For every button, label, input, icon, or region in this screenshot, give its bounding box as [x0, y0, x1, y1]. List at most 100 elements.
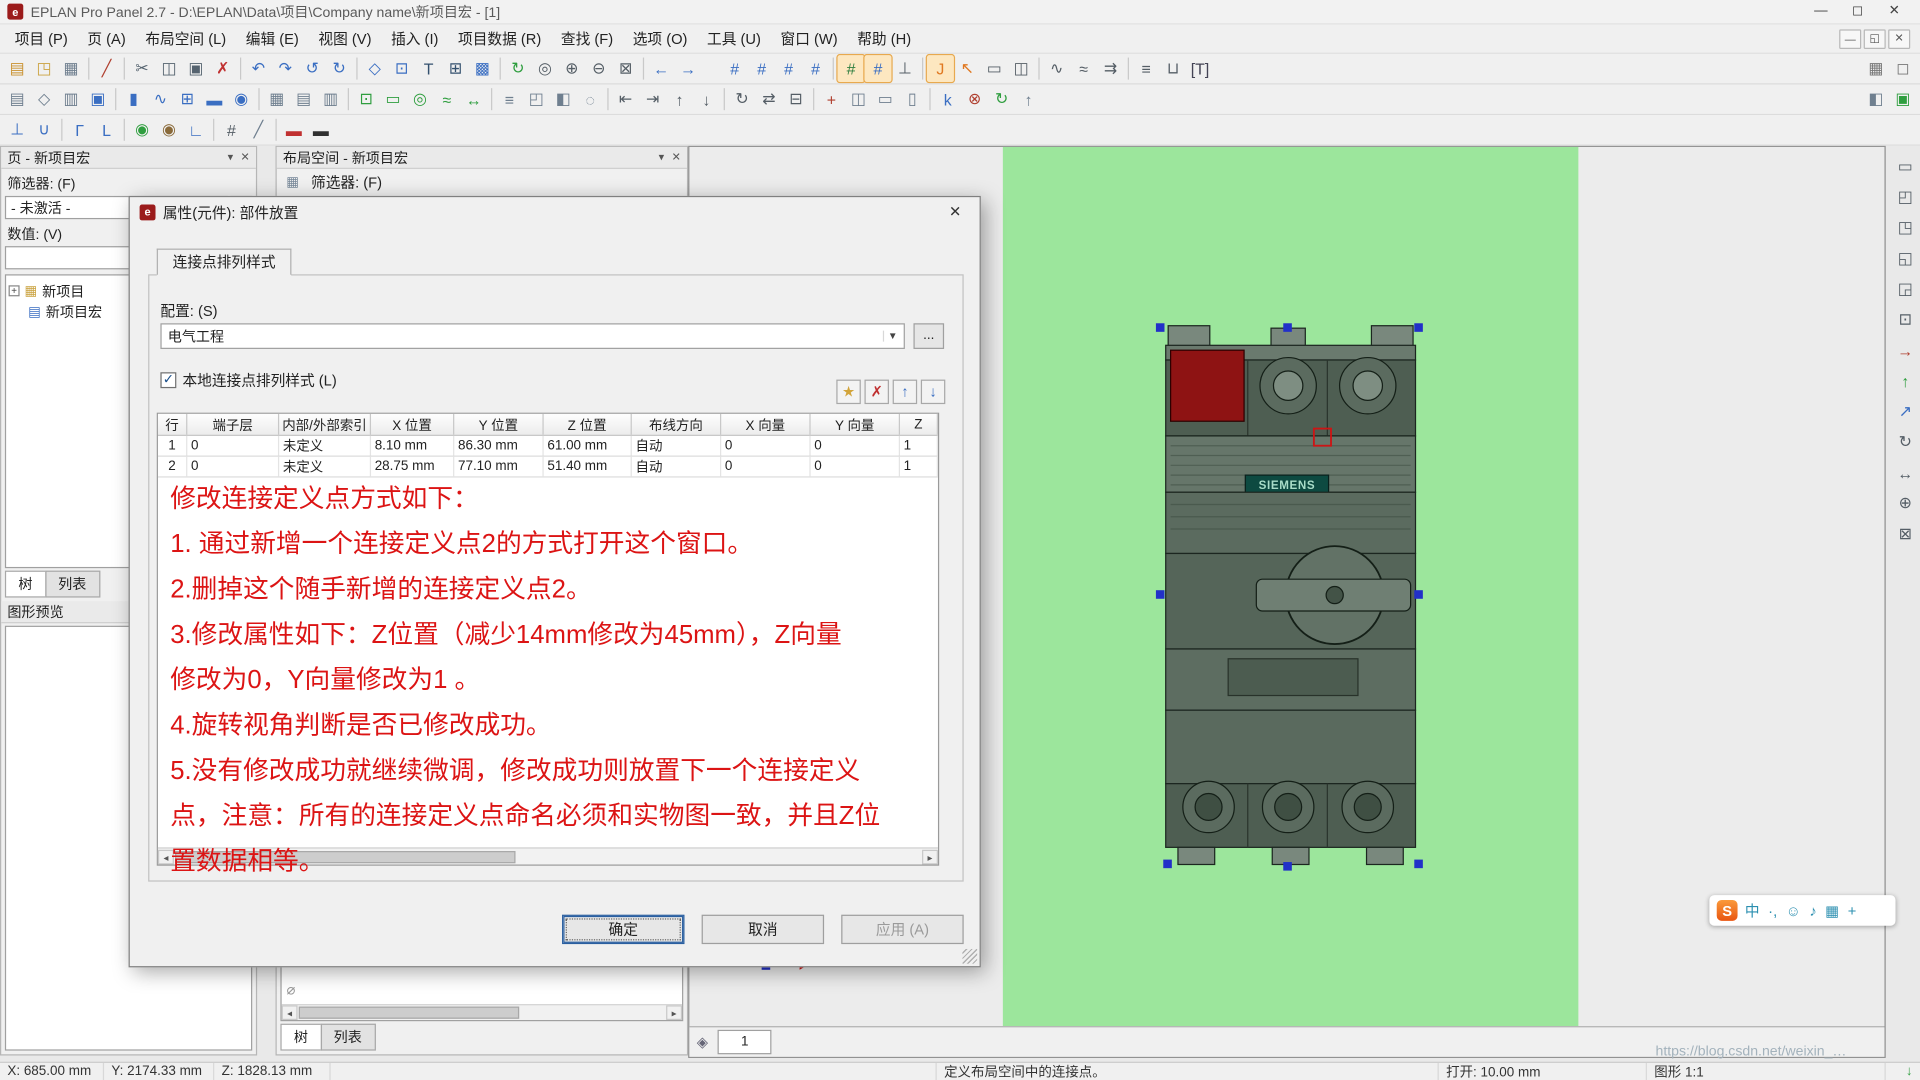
- collision-check-icon[interactable]: ⊗: [961, 86, 988, 113]
- delete-icon[interactable]: ✗: [209, 55, 236, 82]
- z-axis-icon[interactable]: ↗: [1892, 398, 1919, 425]
- red-layer-icon[interactable]: ▬: [280, 116, 307, 143]
- dock-window-icon[interactable]: ◧: [1862, 86, 1889, 113]
- emoji-icon[interactable]: ☺: [1786, 903, 1801, 918]
- back-icon[interactable]: ←: [648, 55, 675, 82]
- resize-grip[interactable]: [962, 949, 977, 964]
- y-axis-icon[interactable]: ↑: [1892, 367, 1919, 394]
- section-view-icon[interactable]: ◧: [550, 86, 577, 113]
- sheet-tab-1[interactable]: 1: [718, 1030, 772, 1054]
- mdi-close-icon[interactable]: ✕: [1888, 29, 1910, 49]
- wand-icon[interactable]: ╱: [245, 116, 272, 143]
- connection-icon[interactable]: ≈: [1070, 55, 1097, 82]
- menu-item-f[interactable]: 查找 (F): [551, 24, 623, 52]
- siemens-breaker-3d-model[interactable]: SIEMENS: [1149, 318, 1433, 875]
- tab-connection-point-pattern[interactable]: 连接点排列样式: [157, 249, 292, 276]
- zoom-in-icon[interactable]: ⊕: [558, 55, 585, 82]
- grid-4-icon[interactable]: #: [802, 55, 829, 82]
- cancel-button[interactable]: 取消: [702, 915, 824, 944]
- insert-symbol-icon[interactable]: ◇: [361, 55, 388, 82]
- menu-item-r[interactable]: 项目数据 (R): [448, 24, 551, 52]
- menu-item-h[interactable]: 帮助 (H): [847, 24, 920, 52]
- drill-view-icon[interactable]: ◎: [407, 86, 434, 113]
- local-pattern-checkbox[interactable]: ✓: [160, 372, 176, 388]
- undo-icon[interactable]: ↶: [245, 55, 272, 82]
- update-parts-icon[interactable]: ↻: [988, 86, 1015, 113]
- column-header[interactable]: Z: [900, 414, 938, 435]
- mic-icon[interactable]: ♪: [1809, 903, 1816, 918]
- toolbar-customize-icon[interactable]: ◻: [1889, 55, 1916, 82]
- cable-icon[interactable]: ∿: [147, 86, 174, 113]
- reports-icon[interactable]: ▥: [317, 86, 344, 113]
- menu-item-u[interactable]: 工具 (U): [697, 24, 770, 52]
- grid-1-icon[interactable]: #: [721, 55, 748, 82]
- plc-icon[interactable]: ⊞: [174, 86, 201, 113]
- u-channel-icon[interactable]: ∪: [31, 116, 58, 143]
- move-down-icon[interactable]: ↓: [921, 380, 945, 404]
- menu-item-w[interactable]: 窗口 (W): [771, 24, 848, 52]
- measure-icon[interactable]: ▭: [981, 55, 1008, 82]
- corner-bl-icon[interactable]: ◱: [1892, 245, 1919, 272]
- kinematics-icon[interactable]: k: [934, 86, 961, 113]
- scroll-right-icon[interactable]: ▸: [666, 1005, 682, 1020]
- align-left-icon[interactable]: ⇤: [612, 86, 639, 113]
- options-icon[interactable]: ≡: [1133, 55, 1160, 82]
- align-right-icon[interactable]: ⇥: [639, 86, 666, 113]
- base-point-icon[interactable]: ↖: [954, 55, 981, 82]
- fine-grid-icon[interactable]: #: [218, 116, 245, 143]
- undo-list-icon[interactable]: ↺: [299, 55, 326, 82]
- config-browse-button[interactable]: ...: [913, 323, 944, 349]
- macro-navigator-icon[interactable]: ▥: [58, 86, 85, 113]
- status-arrow-icon[interactable]: ↓: [1886, 1063, 1920, 1080]
- filter-icon[interactable]: ▦: [282, 172, 304, 192]
- close-icon[interactable]: ✕: [241, 151, 250, 164]
- close-layout-icon[interactable]: ▣: [1889, 86, 1916, 113]
- zoom-area-icon[interactable]: ◎: [531, 55, 558, 82]
- column-header[interactable]: 端子层: [187, 414, 279, 435]
- layout-space-icon[interactable]: ⊡: [353, 86, 380, 113]
- grid-3-icon[interactable]: #: [775, 55, 802, 82]
- pin-icon[interactable]: ▾: [659, 151, 665, 164]
- maximize-button[interactable]: ◻: [1839, 0, 1876, 23]
- language-icon[interactable]: 中: [1745, 903, 1760, 918]
- expander-icon[interactable]: +: [9, 285, 20, 296]
- insert-table-icon[interactable]: ⊞: [442, 55, 469, 82]
- routing-icon[interactable]: ≈: [433, 86, 460, 113]
- mounting-panel-icon[interactable]: ▭: [380, 86, 407, 113]
- delete-point-icon[interactable]: ✗: [864, 380, 888, 404]
- config-select[interactable]: 电气工程 ▼: [160, 323, 904, 349]
- angle-icon[interactable]: ∟: [182, 116, 209, 143]
- corner-connector-icon[interactable]: Γ: [66, 116, 93, 143]
- cut-icon[interactable]: ✂: [129, 55, 156, 82]
- connection-point-icon[interactable]: ⊥: [4, 116, 31, 143]
- toolbar-options-icon[interactable]: ▦: [1862, 55, 1889, 82]
- horizontal-scrollbar[interactable]: ◂ ▸: [282, 1004, 682, 1020]
- ok-button[interactable]: 确定: [562, 915, 684, 944]
- terminal-strip-icon[interactable]: ▮: [120, 86, 147, 113]
- insert-device-icon[interactable]: [T]: [1187, 55, 1214, 82]
- punctuation-icon[interactable]: ·,: [1768, 903, 1777, 918]
- zoom-fit-icon[interactable]: ⊠: [612, 55, 639, 82]
- dialog-titlebar[interactable]: e 属性(元件): 部件放置 ✕: [130, 197, 980, 226]
- column-header[interactable]: 行: [158, 414, 187, 435]
- column-header[interactable]: X 向量: [721, 414, 810, 435]
- x-axis-icon[interactable]: →: [1892, 337, 1919, 364]
- rotate-icon[interactable]: ↻: [729, 86, 756, 113]
- design-mode-icon[interactable]: ◫: [1008, 55, 1035, 82]
- zoom-view-icon[interactable]: ⊕: [1892, 490, 1919, 517]
- bom-icon[interactable]: ▤: [290, 86, 317, 113]
- table-row[interactable]: 20未定义28.75 mm77.10 mm51.40 mm自动001: [158, 457, 938, 478]
- insert-image-icon[interactable]: ▩: [469, 55, 496, 82]
- keyboard-icon[interactable]: ▦: [1825, 903, 1839, 918]
- menu-item-l[interactable]: 布局空间 (L): [136, 24, 236, 52]
- page-navigator-icon[interactable]: ▤: [4, 86, 31, 113]
- close-button[interactable]: ✕: [1876, 0, 1913, 23]
- clip-icon[interactable]: ◫: [845, 86, 872, 113]
- layers-icon[interactable]: ≡: [496, 86, 523, 113]
- tab-tree[interactable]: 树: [5, 571, 46, 598]
- menu-item-e[interactable]: 编辑 (E): [236, 24, 309, 52]
- hidden-line-icon[interactable]: ◌: [577, 86, 604, 113]
- layout-panel-header[interactable]: 布局空间 - 新项目宏 ▾ ✕: [277, 147, 687, 169]
- placement-point-icon[interactable]: ◉: [129, 116, 156, 143]
- mounting-rail-icon[interactable]: ▭: [872, 86, 899, 113]
